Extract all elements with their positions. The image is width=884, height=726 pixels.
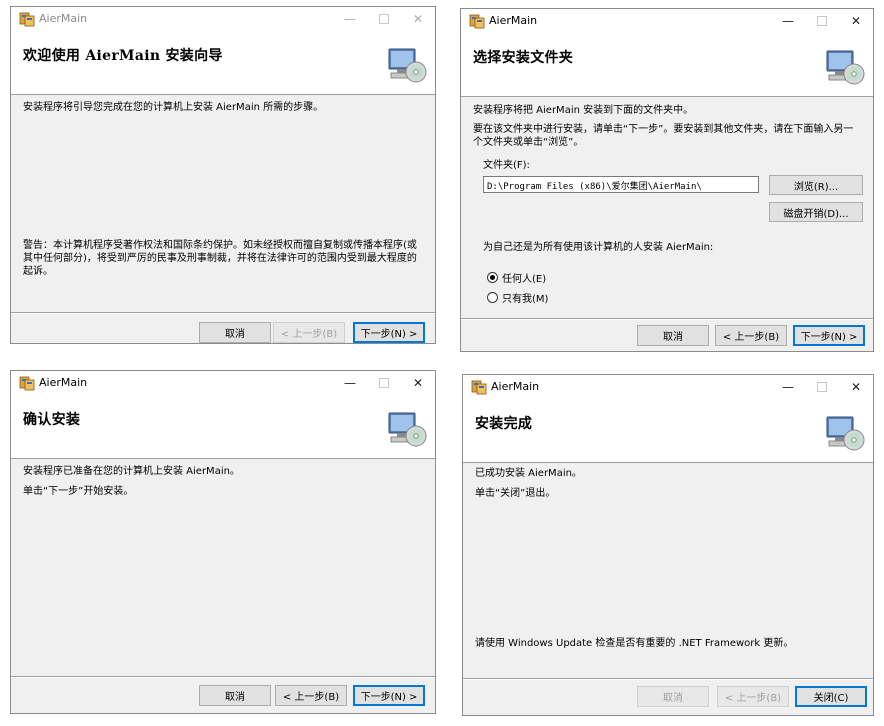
radio-just-me-label: 只有我(M): [502, 294, 549, 305]
maximize-icon: [817, 16, 827, 26]
confirm-install-window: AierMain — ✕ 确认安装 安装程序已准备在您的计算机上安装 AierM…: [10, 370, 436, 714]
title-bar[interactable]: AierMain — ✕: [11, 7, 435, 31]
finish-close-button[interactable]: 关闭(C): [795, 686, 867, 707]
installer-app-icon: [471, 380, 487, 395]
computer-cd-icon: [826, 416, 865, 451]
install-for-label: 为自己还是为所有使用该计算机的人安装 AierMain:: [483, 242, 714, 253]
window-title: AierMain: [39, 12, 88, 25]
cancel-button[interactable]: 取消: [199, 322, 271, 343]
next-button[interactable]: 下一步(N) >: [793, 325, 865, 346]
ready-text: 安装程序已准备在您的计算机上安装 AierMain。: [23, 466, 240, 477]
header-banner: 安装完成: [463, 399, 873, 463]
radio-everyone[interactable]: 任何人(E): [487, 270, 546, 285]
title-bar[interactable]: AierMain — ✕: [461, 9, 873, 33]
install-complete-window: AierMain — ✕ 安装完成 已成功安装 AierMain。 单击“关闭”…: [462, 374, 874, 716]
browse-button[interactable]: 浏览(R)...: [769, 175, 863, 195]
radio-just-me-indicator[interactable]: [487, 292, 498, 303]
header-banner: 确认安装: [11, 395, 435, 459]
next-button[interactable]: 下一步(N) >: [353, 322, 425, 343]
maximize-button[interactable]: [367, 7, 401, 31]
close-button[interactable]: ✕: [401, 371, 435, 395]
maximize-button[interactable]: [805, 9, 839, 33]
install-location-text: 安装程序将把 AierMain 安装到下面的文件夹中。: [473, 105, 694, 116]
computer-cd-icon: [826, 50, 865, 85]
page-title: 安装完成: [475, 416, 533, 432]
window-title: AierMain: [489, 14, 538, 27]
computer-cd-icon: [388, 48, 427, 83]
back-button[interactable]: < 上一步(B): [717, 686, 789, 707]
intro-text: 安装程序将引导您完成在您的计算机上安装 AierMain 所需的步骤。: [23, 102, 324, 113]
title-bar[interactable]: AierMain — ✕: [463, 375, 873, 399]
dotnet-update-note: 请使用 Windows Update 检查是否有重要的 .NET Framewo…: [475, 638, 794, 649]
cancel-button[interactable]: 取消: [199, 685, 271, 706]
computer-cd-icon: [388, 412, 427, 447]
minimize-button[interactable]: —: [333, 7, 367, 31]
cancel-button[interactable]: 取消: [637, 686, 709, 707]
installer-app-icon: [19, 12, 35, 27]
radio-everyone-indicator[interactable]: [487, 272, 498, 283]
page-title: 欢迎使用 AierMain 安装向导: [23, 48, 223, 64]
header-banner: 选择安装文件夹: [461, 33, 873, 97]
back-button[interactable]: < 上一步(B): [275, 685, 347, 706]
maximize-button[interactable]: [805, 375, 839, 399]
installer-app-icon: [469, 14, 485, 29]
next-button[interactable]: 下一步(N) >: [353, 685, 425, 706]
close-button[interactable]: ✕: [839, 375, 873, 399]
header-banner: 欢迎使用 AierMain 安装向导: [11, 31, 435, 95]
instructions-text: 要在该文件夹中进行安装，请单击“下一步”。要安装到其他文件夹，请在下面输入另一个…: [473, 124, 854, 148]
success-text: 已成功安装 AierMain。: [475, 468, 582, 479]
minimize-button[interactable]: —: [333, 371, 367, 395]
maximize-icon: [379, 14, 389, 24]
back-button[interactable]: < 上一步(B): [715, 325, 787, 346]
close-button[interactable]: ✕: [401, 7, 435, 31]
page-title: 确认安装: [23, 412, 81, 428]
title-bar[interactable]: AierMain — ✕: [11, 371, 435, 395]
close-button[interactable]: ✕: [839, 9, 873, 33]
maximize-icon: [379, 378, 389, 388]
maximize-icon: [817, 382, 827, 392]
minimize-button[interactable]: —: [771, 9, 805, 33]
next-hint-text: 单击“下一步”开始安装。: [23, 486, 134, 497]
close-hint-text: 单击“关闭”退出。: [475, 488, 556, 499]
radio-just-me[interactable]: 只有我(M): [487, 290, 548, 305]
copyright-warning: 警告：本计算机程序受著作权法和国际条约保护。如未经授权而擅自复制或传播本程序(或…: [23, 240, 417, 277]
back-button[interactable]: < 上一步(B): [273, 322, 345, 343]
folder-label: 文件夹(F):: [483, 160, 530, 171]
folder-path-input[interactable]: D:\Program Files (x86)\爱尔集团\AierMain\: [483, 176, 759, 193]
window-title: AierMain: [491, 380, 540, 393]
disk-cost-button[interactable]: 磁盘开销(D)...: [769, 202, 863, 222]
select-folder-window: AierMain — ✕ 选择安装文件夹 安装程序将把 AierMain 安装到…: [460, 8, 874, 352]
cancel-button[interactable]: 取消: [637, 325, 709, 346]
window-title: AierMain: [39, 376, 88, 389]
page-title: 选择安装文件夹: [473, 50, 574, 66]
welcome-window: AierMain — ✕ 欢迎使用 AierMain 安装向导 安装程序将引导您…: [10, 6, 436, 344]
radio-everyone-label: 任何人(E): [502, 274, 547, 285]
maximize-button[interactable]: [367, 371, 401, 395]
installer-app-icon: [19, 376, 35, 391]
minimize-button[interactable]: —: [771, 375, 805, 399]
